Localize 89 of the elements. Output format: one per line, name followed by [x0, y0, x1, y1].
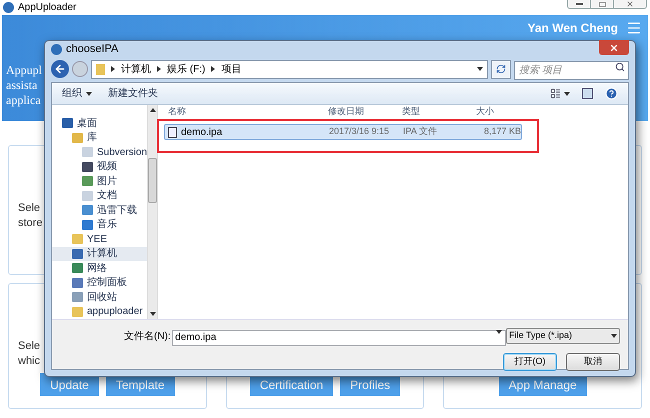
file-name: demo.ipa [181, 126, 222, 140]
path-segment[interactable]: 计算机 [121, 62, 151, 76]
caret-icon [86, 90, 92, 96]
nav-icon [72, 132, 83, 143]
nav-icon [82, 220, 93, 230]
scrollbar[interactable] [147, 105, 158, 319]
nav-item[interactable]: 音乐 [52, 218, 147, 232]
separator-icon [110, 66, 116, 72]
dropdown-icon [496, 329, 502, 335]
intro-text: assista [6, 78, 38, 93]
nav-icon [62, 118, 73, 128]
view-button[interactable] [550, 88, 570, 99]
path-segment[interactable]: 项目 [221, 62, 242, 76]
nav-icon [72, 292, 83, 302]
minimize-button[interactable] [567, 0, 591, 9]
nav-icon [82, 147, 93, 158]
nav-icon [82, 205, 93, 216]
search-field[interactable]: 搜索 项目 [514, 61, 629, 80]
caret-icon [564, 90, 570, 96]
dropdown-icon [477, 66, 483, 72]
card-text: store [18, 216, 42, 231]
nav-icon [72, 306, 83, 317]
column-header[interactable]: 修改日期 [324, 104, 398, 118]
back-button[interactable] [51, 60, 69, 78]
dialog-title: chooseIPA [66, 42, 118, 58]
nav-item[interactable]: 视频 [52, 160, 147, 174]
column-header[interactable]: 类型 [398, 104, 472, 118]
close-icon [609, 42, 619, 52]
nav-item[interactable]: appuploader [52, 304, 147, 319]
close-icon [626, 0, 634, 8]
card-text: whic [18, 354, 40, 369]
dialog-icon [51, 44, 62, 55]
dialog-button[interactable]: 取消 [566, 353, 620, 371]
window-title: AppUploader [18, 2, 76, 14]
nav-item[interactable]: 网络 [52, 261, 147, 276]
nav-item[interactable]: 计算机 [52, 246, 147, 261]
intro-text: applica [6, 93, 41, 108]
column-header[interactable]: 大小 [472, 104, 522, 118]
nav-item[interactable]: 控制面板 [52, 276, 147, 290]
path-segment[interactable]: 娱乐 (F:) [167, 62, 206, 76]
scroll-up-icon [150, 107, 156, 113]
file-modified: 2017/3/16 9:15 [328, 125, 390, 138]
preview-pane-icon[interactable] [582, 88, 593, 99]
card-text: Sele [18, 339, 40, 354]
nav-icon [82, 162, 93, 172]
list-view-icon [550, 88, 561, 99]
file-type: IPA 文件 [402, 125, 438, 138]
filetype-select[interactable]: File Type (*.ipa) [506, 328, 620, 344]
nav-icon [72, 234, 83, 244]
card-text: Sele [18, 201, 40, 216]
separator-icon [156, 66, 162, 72]
refresh-icon [496, 64, 506, 74]
file-icon [168, 126, 177, 138]
nav-item[interactable]: 迅雷下载 [52, 203, 147, 218]
nav-icon [72, 248, 83, 259]
menu-icon[interactable] [626, 20, 642, 36]
nav-icon [72, 278, 83, 288]
nav-item[interactable]: 图片 [52, 174, 147, 188]
filename-label: 文件名(N): [124, 330, 172, 344]
nav-item[interactable]: 文档 [52, 188, 147, 203]
nav-item[interactable]: Subversion [52, 145, 147, 160]
nav-icon [72, 263, 83, 274]
app-logo-icon [3, 2, 14, 13]
dropdown-icon [611, 333, 617, 339]
folder-icon [96, 64, 105, 74]
nav-item[interactable]: 桌面 [52, 116, 147, 130]
dialog-button[interactable]: 打开(O) [503, 353, 557, 371]
scroll-thumb[interactable] [148, 158, 157, 203]
nav-item[interactable]: 回收站 [52, 290, 147, 304]
refresh-button[interactable] [491, 60, 511, 78]
user-name: Yan Wen Cheng [528, 20, 618, 37]
file-row[interactable]: demo.ipa 2017/3/16 9:15 IPA 文件 8,177 KB [164, 124, 522, 140]
separator-icon [210, 66, 216, 72]
nav-item[interactable]: YEE [52, 232, 147, 246]
help-icon[interactable] [605, 87, 618, 100]
scroll-down-icon [150, 311, 156, 317]
back-arrow-icon [54, 63, 66, 75]
nav-icon [82, 176, 93, 186]
path-bar[interactable]: 计算机 娱乐 (F:) 项目 [91, 60, 488, 78]
nav-item[interactable]: 库 [52, 130, 147, 145]
organize-menu[interactable]: 组织 [62, 86, 92, 101]
search-icon [615, 62, 625, 72]
column-header[interactable]: 名称 [164, 104, 324, 118]
nav-icon [82, 190, 93, 201]
filename-field[interactable]: demo.ipa [172, 330, 506, 346]
file-size: 8,177 KB [482, 125, 521, 138]
close-button[interactable] [599, 40, 629, 55]
toolbar-button[interactable]: 新建文件夹 [108, 86, 158, 101]
intro-text: Appupl [6, 63, 42, 78]
